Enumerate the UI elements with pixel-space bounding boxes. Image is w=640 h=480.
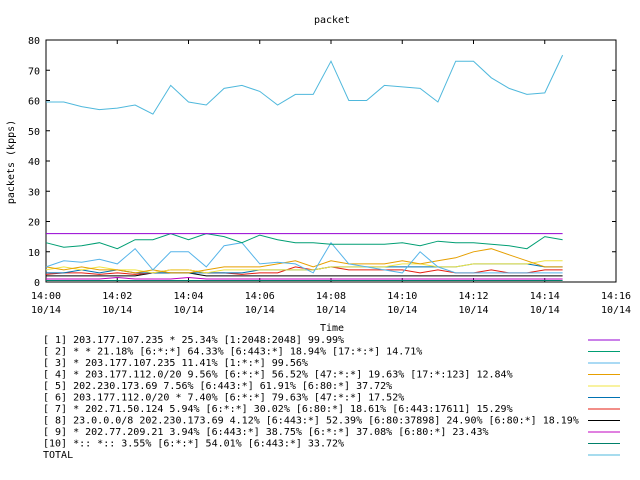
legend-label: [ 8] 23.0.0.0/8 202.230.173.69 4.12% [6:… xyxy=(43,416,579,427)
x-tick-label-time: 14:10 xyxy=(387,291,417,302)
x-tick-label-date: 10/14 xyxy=(601,305,631,316)
x-tick-label-time: 14:12 xyxy=(458,291,488,302)
y-tick-label: 20 xyxy=(28,218,40,229)
legend-label: [ 2] * * 21.18% [6:*:*] 64.33% [6:443:*]… xyxy=(43,347,422,358)
x-tick-label-date: 10/14 xyxy=(31,305,61,316)
y-tick-label: 50 xyxy=(28,127,40,138)
x-tick-label-time: 14:04 xyxy=(173,291,203,302)
packet-chart: packet packets (kpps) Time 0 10 20 30 40 50 60… xyxy=(6,15,631,461)
series-lines xyxy=(45,54,564,281)
x-tick-label-date: 10/14 xyxy=(316,305,346,316)
x-tick-label-time: 14:14 xyxy=(530,291,560,302)
y-axis-label: packets (kpps) xyxy=(6,120,17,204)
legend-label: [ 7] * 202.71.50.124 5.94% [6:*:*] 30.02… xyxy=(43,404,513,415)
y-tick-label: 0 xyxy=(34,278,40,289)
x-tick-label-time: 14:16 xyxy=(601,291,631,302)
x-tick-label-date: 10/14 xyxy=(458,305,488,316)
legend-label: [ 1] 203.177.107.235 * 25.34% [1:2048:20… xyxy=(43,335,344,346)
legend-label: [ 6] 203.177.112.0/20 * 7.40% [6:*:*] 79… xyxy=(43,393,404,404)
legend-label: [ 9] * 202.77.209.21 3.94% [6:443:*] 38.… xyxy=(43,427,489,438)
legend-label: [10] *:: *:: 3.55% [6:*:*] 54.01% [6:443… xyxy=(43,439,344,450)
series-line xyxy=(45,241,563,274)
y-tick-label: 70 xyxy=(28,66,40,77)
legend-label: [ 3] * 203.177.107.235 11.41% [1:*:*] 99… xyxy=(43,358,308,369)
legend-label: TOTAL xyxy=(43,450,73,461)
x-tick-label-date: 10/14 xyxy=(173,305,203,316)
legend-label: [ 4] * 203.177.112.0/20 9.56% [6:*:*] 56… xyxy=(43,370,513,381)
x-tick-label-date: 10/14 xyxy=(387,305,417,316)
x-tick-label-time: 14:08 xyxy=(316,291,346,302)
x-tick-label-date: 10/14 xyxy=(530,305,560,316)
series-line xyxy=(45,233,563,250)
x-tick-label-time: 14:02 xyxy=(102,291,132,302)
series-line xyxy=(45,248,563,274)
x-tick-label-time: 14:00 xyxy=(31,291,61,302)
x-tick-label-time: 14:06 xyxy=(245,291,275,302)
y-axis: 0 10 20 30 40 50 60 70 80 xyxy=(28,36,616,289)
x-axis-label: Time xyxy=(320,323,344,334)
y-tick-label: 30 xyxy=(28,187,40,198)
chart-title: packet xyxy=(314,15,350,26)
y-tick-label: 40 xyxy=(28,157,40,168)
y-tick-label: 80 xyxy=(28,36,40,47)
x-tick-label-date: 10/14 xyxy=(245,305,275,316)
x-axis: 14:00 10/14 14:02 10/14 14:04 10/14 14:06 10/14… xyxy=(31,40,631,316)
y-tick-label: 60 xyxy=(28,97,40,108)
series-line xyxy=(46,276,563,280)
x-tick-label-date: 10/14 xyxy=(102,305,132,316)
series-line xyxy=(46,54,564,115)
legend: [ 1] 203.177.107.235 * 25.34% [1:2048:20… xyxy=(43,335,620,461)
y-tick-label: 10 xyxy=(28,248,40,259)
legend-label: [ 5] 202.230.173.69 7.56% [6:443:*] 61.9… xyxy=(43,381,392,392)
